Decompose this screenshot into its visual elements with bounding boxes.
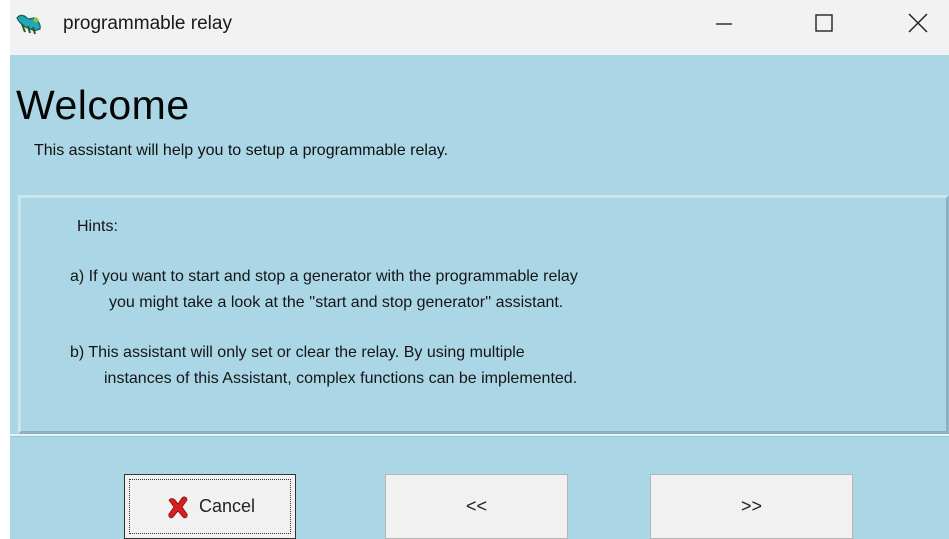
hint-a-line1: a) If you want to start and stop a gener… <box>70 268 578 285</box>
next-label: >> <box>740 496 763 516</box>
back-label: << <box>465 496 488 516</box>
minimize-button[interactable] <box>696 4 752 46</box>
page-subtitle: This assistant will help you to setup a … <box>34 142 449 159</box>
app-icon <box>14 12 44 36</box>
hint-b-line1: b) This assistant will only set or clear… <box>70 344 525 361</box>
close-icon <box>907 12 929 39</box>
maximize-button[interactable] <box>796 4 852 46</box>
divider <box>10 434 949 437</box>
close-button[interactable] <box>890 4 946 46</box>
hint-b-line2: instances of this Assistant, complex fun… <box>104 370 578 387</box>
next-button[interactable]: >> <box>650 474 853 539</box>
cancel-button[interactable]: Cancel <box>124 474 296 539</box>
window-title: programmable relay <box>63 13 232 34</box>
back-button[interactable]: << <box>385 474 568 539</box>
wizard-window: programmable relay Welcome This assistan… <box>10 0 949 539</box>
hints-panel: Hints: a) If you want to start and stop … <box>18 195 949 434</box>
title-bar[interactable]: programmable relay <box>10 0 949 55</box>
hint-a-line2: you might take a look at the ''start and… <box>109 294 564 311</box>
maximize-icon <box>814 13 834 38</box>
page-title: Welcome <box>16 82 190 128</box>
hints-heading: Hints: <box>77 218 118 235</box>
red-x-icon <box>165 494 191 520</box>
minimize-icon <box>714 13 734 38</box>
cancel-label: Cancel <box>198 496 256 516</box>
